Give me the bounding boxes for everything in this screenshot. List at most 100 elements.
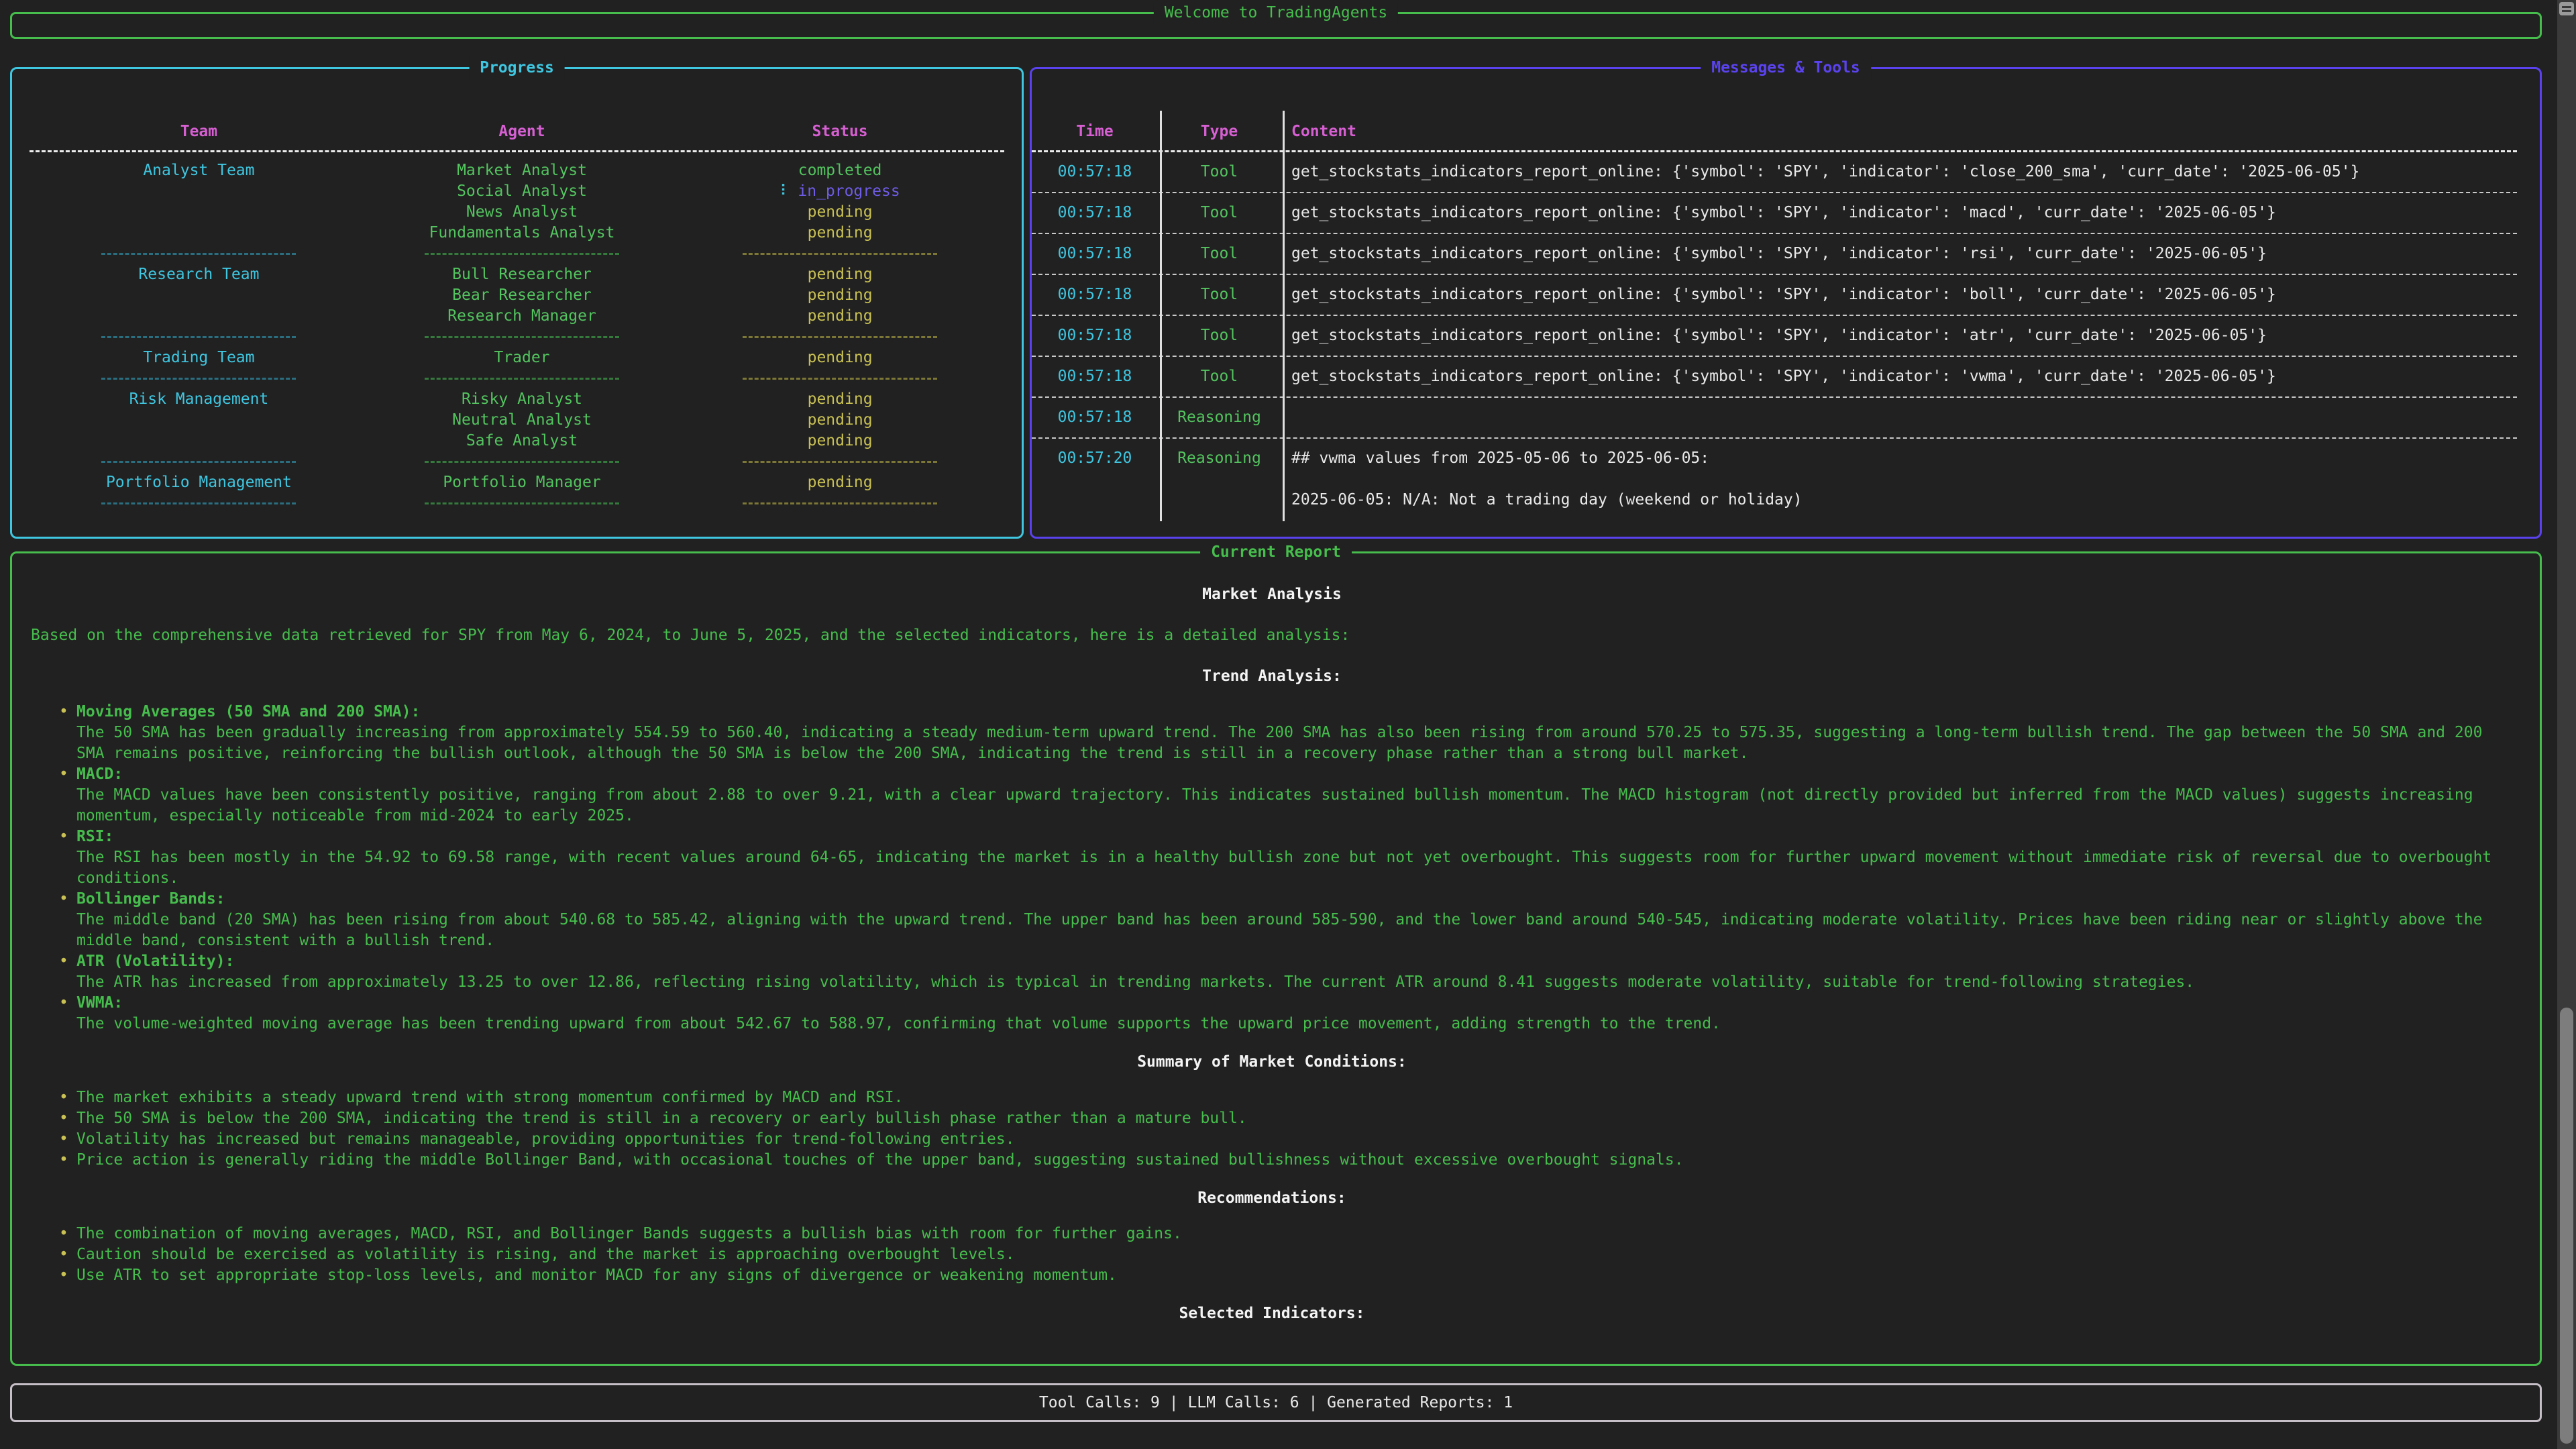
progress-row: News Analystpending (12, 202, 1022, 223)
time-cell: 00:57:18 (1032, 203, 1158, 223)
report-bullet: •Bollinger Bands:The middle band (20 SMA… (59, 889, 2513, 951)
bullet-text: The 50 SMA is below the 200 SMA, indicat… (76, 1108, 2513, 1129)
bullet-icon: • (59, 993, 76, 1034)
bullet-label: Bollinger Bands: (76, 889, 2513, 910)
agent-cell: Social Analyst (386, 181, 658, 202)
status-cell: pending (658, 306, 1022, 327)
type-cell: Tool (1158, 284, 1281, 305)
time-cell: 00:57:20 (1032, 448, 1158, 469)
status-cell: pending (658, 431, 1022, 451)
agent-cell: Safe Analyst (386, 431, 658, 451)
team-group-separator (12, 493, 1022, 514)
bullet-body: The market exhibits a steady upward tren… (76, 1087, 2513, 1108)
report-bullet: •Price action is generally riding the mi… (59, 1150, 2513, 1171)
status-column-header: Status (658, 121, 1022, 142)
progress-row: Bear Researcherpending (12, 285, 1022, 306)
bullet-icon: • (59, 1224, 76, 1244)
bullet-text: Use ATR to set appropriate stop-loss lev… (76, 1265, 2513, 1286)
type-cell: Tool (1158, 203, 1281, 223)
team-group-separator (12, 327, 1022, 347)
agent-cell: Risky Analyst (386, 389, 658, 410)
scrollbar-track[interactable] (2557, 0, 2576, 1449)
agent-cell: Trader (386, 347, 658, 368)
progress-table-body: Analyst TeamMarket AnalystcompletedSocia… (12, 160, 1022, 514)
team-column-header: Team (12, 121, 386, 142)
team-group-separator (12, 451, 1022, 472)
messages-table-body: 00:57:18Toolget_stockstats_indicators_re… (1032, 152, 2517, 520)
report-bullet: •The combination of moving averages, MAC… (59, 1224, 2513, 1244)
report-content: Market Analysis Based on the comprehensi… (12, 553, 2540, 1324)
report-bullet: •The market exhibits a steady upward tre… (59, 1087, 2513, 1108)
time-cell: 00:57:18 (1032, 284, 1158, 305)
content-cell: get_stockstats_indicators_report_online:… (1281, 203, 2517, 223)
content-column-header: Content (1281, 121, 2540, 142)
bullet-body: The middle band (20 SMA) has been rising… (76, 910, 2513, 951)
bullet-body: The MACD values have been consistently p… (76, 785, 2513, 826)
stats-text: Tool Calls: 9 | LLM Calls: 6 | Generated… (1039, 1393, 1513, 1413)
column-divider (1160, 111, 1162, 521)
agent-cell: Portfolio Manager (386, 472, 658, 493)
stats-bar: Tool Calls: 9 | LLM Calls: 6 | Generated… (10, 1383, 2542, 1422)
type-cell: Tool (1158, 325, 1281, 346)
report-section: Trend Analysis:•Moving Averages (50 SMA … (31, 666, 2513, 1034)
content-cell: get_stockstats_indicators_report_online:… (1281, 244, 2517, 264)
bullet-text: RSI:The RSI has been mostly in the 54.92… (76, 826, 2513, 889)
progress-row: Safe Analystpending (12, 431, 1022, 451)
agent-cell: Bull Researcher (386, 264, 658, 285)
section-heading: Trend Analysis: (31, 666, 2513, 687)
bullet-label: Moving Averages (50 SMA and 200 SMA): (76, 702, 2513, 722)
bullet-text: The market exhibits a steady upward tren… (76, 1087, 2513, 1108)
time-cell: 00:57:18 (1032, 325, 1158, 346)
progress-row: Risk ManagementRisky Analystpending (12, 389, 1022, 410)
section-heading: Selected Indicators: (31, 1303, 2513, 1324)
status-cell: ⠇in_progress (658, 181, 1022, 202)
message-row: 00:57:20Reasoning## vwma values from 202… (1032, 439, 2517, 520)
report-bullet: •Use ATR to set appropriate stop-loss le… (59, 1265, 2513, 1286)
report-bullet: •Caution should be exercised as volatili… (59, 1244, 2513, 1265)
team-cell: Research Team (12, 264, 386, 285)
bullet-body: The combination of moving averages, MACD… (76, 1224, 2513, 1244)
agent-cell: Bear Researcher (386, 285, 658, 306)
spinner-icon: ⠇ (780, 182, 791, 200)
bullet-icon: • (59, 1244, 76, 1265)
team-cell: Trading Team (12, 347, 386, 368)
type-cell: Reasoning (1158, 448, 1281, 469)
team-cell: Portfolio Management (12, 472, 386, 493)
report-section: Summary of Market Conditions:•The market… (31, 1052, 2513, 1171)
time-cell: 00:57:18 (1032, 244, 1158, 264)
bullet-icon: • (59, 702, 76, 764)
type-cell: Tool (1158, 366, 1281, 387)
report-section: Selected Indicators: (31, 1303, 2513, 1324)
status-cell: pending (658, 472, 1022, 493)
bullet-body: Caution should be exercised as volatilit… (76, 1244, 2513, 1265)
bullet-icon: • (59, 889, 76, 951)
status-cell: pending (658, 410, 1022, 431)
content-cell: ## vwma values from 2025-05-06 to 2025-0… (1281, 448, 2517, 511)
message-row: 00:57:18Toolget_stockstats_indicators_re… (1032, 275, 2517, 316)
section-heading: Recommendations: (31, 1188, 2513, 1209)
bullet-body: The 50 SMA is below the 200 SMA, indicat… (76, 1108, 2513, 1129)
report-bullet: •The 50 SMA is below the 200 SMA, indica… (59, 1108, 2513, 1129)
team-cell (12, 223, 386, 244)
team-cell (12, 306, 386, 327)
team-cell (12, 285, 386, 306)
team-cell: Analyst Team (12, 160, 386, 181)
agent-column-header: Agent (386, 121, 658, 142)
scrollbar-thumb[interactable] (2560, 1008, 2573, 1444)
status-cell: pending (658, 202, 1022, 223)
bullet-text: Price action is generally riding the mid… (76, 1150, 2513, 1171)
progress-header-separator (30, 150, 1004, 152)
type-cell: Tool (1158, 244, 1281, 264)
report-panel-title: Current Report (1200, 542, 1352, 563)
welcome-rule: Welcome to TradingAgents (10, 12, 2542, 39)
team-cell (12, 431, 386, 451)
report-intro: Based on the comprehensive data retrieve… (31, 625, 2513, 646)
progress-row: Social Analyst⠇in_progress (12, 181, 1022, 202)
bullet-text: Volatility has increased but remains man… (76, 1129, 2513, 1150)
scrollbar-menu-icon[interactable] (2559, 2, 2574, 15)
bullet-text: Caution should be exercised as volatilit… (76, 1244, 2513, 1265)
status-cell: completed (658, 160, 1022, 181)
progress-panel-title: Progress (469, 58, 565, 78)
messages-table-header: Time Type Content (1032, 121, 2540, 142)
status-cell: pending (658, 285, 1022, 306)
